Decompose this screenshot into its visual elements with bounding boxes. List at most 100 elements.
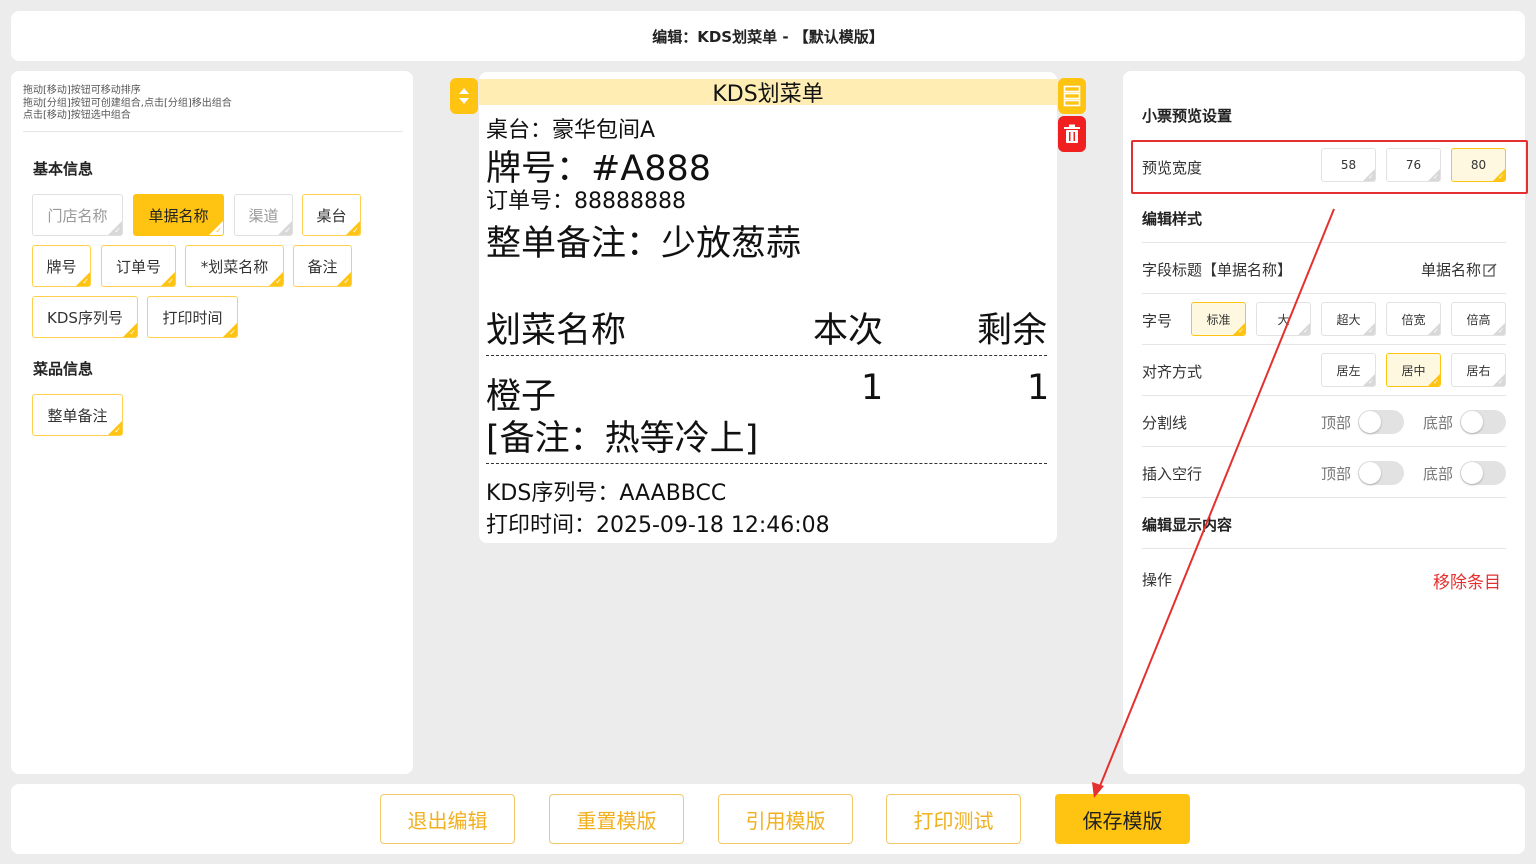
receipt-divider bbox=[486, 463, 1047, 464]
save-template-button[interactable]: 保存模版 bbox=[1055, 794, 1190, 844]
preview-settings-title: 小票预览设置 bbox=[1142, 107, 1233, 125]
chip-note[interactable]: 备注 ✓ bbox=[293, 245, 352, 287]
trash-icon bbox=[1064, 124, 1080, 143]
option-label: 倍高 bbox=[1466, 312, 1491, 327]
check-icon: ✓ bbox=[114, 426, 121, 435]
receipt-col-name: 划菜名称 bbox=[486, 311, 627, 351]
font-size-label: 字号 bbox=[1142, 312, 1173, 330]
usage-hints: 拖动[移动]按钮可移动排序 拖动[分组]按钮可创建组合,点击[分组]移出组合 点… bbox=[23, 85, 403, 132]
check-icon: ✓ bbox=[352, 226, 359, 235]
chip-channel[interactable]: 渠道 ✓ bbox=[234, 194, 293, 236]
field-title-value: 单据名称 bbox=[1420, 261, 1481, 279]
delete-button[interactable] bbox=[1058, 116, 1086, 152]
font-option-double-height[interactable]: 倍高 ✓ bbox=[1451, 302, 1506, 336]
divider bbox=[1142, 446, 1506, 447]
chip-whole-note[interactable]: 整单备注 ✓ bbox=[32, 394, 123, 436]
align-label: 对齐方式 bbox=[1142, 363, 1203, 381]
receipt-print-time[interactable]: 打印时间：2025-09-18 12:46:08 bbox=[486, 507, 830, 539]
reset-template-button[interactable]: 重置模版 bbox=[549, 794, 684, 844]
exit-edit-button[interactable]: 退出编辑 bbox=[380, 794, 515, 844]
move-handle-button[interactable] bbox=[450, 78, 478, 114]
receipt-order-no[interactable]: 订单号：88888888 bbox=[486, 183, 686, 215]
blank-top-label: 顶部 bbox=[1321, 465, 1352, 483]
check-icon: ✓ bbox=[275, 277, 282, 286]
edit-icon bbox=[1483, 263, 1497, 277]
receipt-kds-serial[interactable]: KDS序列号：AAABBCC bbox=[486, 475, 726, 507]
option-label: 居中 bbox=[1401, 363, 1426, 378]
check-icon: ✓ bbox=[229, 328, 236, 337]
chip-table[interactable]: 桌台 ✓ bbox=[302, 194, 361, 236]
font-option-double-width[interactable]: 倍宽 ✓ bbox=[1386, 302, 1441, 336]
page-title: 编辑：KDS划菜单 - 【默认模版】 bbox=[652, 27, 884, 46]
chip-store-name[interactable]: 门店名称 ✓ bbox=[32, 194, 123, 236]
divider bbox=[1142, 497, 1506, 498]
field-palette-panel: 拖动[移动]按钮可移动排序 拖动[分组]按钮可创建组合,点击[分组]移出组合 点… bbox=[11, 71, 413, 774]
print-test-button[interactable]: 打印测试 bbox=[886, 794, 1021, 844]
font-option-xlarge[interactable]: 超大 ✓ bbox=[1321, 302, 1376, 336]
align-option-center[interactable]: 居中 ✓ bbox=[1386, 353, 1441, 387]
chip-doc-name[interactable]: 单据名称 ✓ bbox=[133, 194, 224, 236]
check-icon: ✓ bbox=[1368, 173, 1374, 181]
chip-order-no[interactable]: 订单号 ✓ bbox=[101, 245, 176, 287]
option-label: 居左 bbox=[1336, 363, 1361, 378]
check-icon: ✓ bbox=[1368, 378, 1374, 386]
divider-line-label: 分割线 bbox=[1142, 414, 1188, 432]
remove-item-button[interactable]: 移除条目 bbox=[1433, 568, 1501, 593]
divider bbox=[1142, 293, 1506, 294]
blank-bottom-label: 底部 bbox=[1423, 465, 1454, 483]
receipt-title[interactable]: KDS划菜单 bbox=[479, 79, 1057, 107]
action-label: 操作 bbox=[1142, 571, 1173, 589]
edit-content-title: 编辑显示内容 bbox=[1142, 516, 1233, 534]
option-label: 58 bbox=[1340, 158, 1357, 172]
font-option-standard[interactable]: 标准 ✓ bbox=[1191, 302, 1246, 336]
chip-kds-serial[interactable]: KDS序列号 ✓ bbox=[32, 296, 138, 338]
receipt-item-note[interactable]: [备注：热等冷上] bbox=[486, 410, 758, 461]
preview-width-label: 预览宽度 bbox=[1142, 159, 1203, 177]
font-option-large[interactable]: 大 ✓ bbox=[1256, 302, 1311, 336]
chip-print-time[interactable]: 打印时间 ✓ bbox=[147, 296, 238, 338]
chip-dish-name[interactable]: *划菜名称 ✓ bbox=[185, 245, 284, 287]
toggle-knob bbox=[1359, 411, 1381, 433]
receipt-item-this[interactable]: 1 bbox=[861, 368, 883, 408]
option-label: 超大 bbox=[1336, 312, 1361, 327]
width-option-80[interactable]: 80 ✓ bbox=[1451, 148, 1506, 182]
settings-panel: 小票预览设置 预览宽度 58 ✓ 76 ✓ 80 ✓ 编辑样式 字段标题【单据名称】 … bbox=[1123, 71, 1525, 774]
width-option-58[interactable]: 58 ✓ bbox=[1321, 148, 1376, 182]
receipt-item-remain[interactable]: 1 bbox=[1027, 368, 1049, 408]
group-button[interactable] bbox=[1058, 78, 1086, 114]
chip-plate[interactable]: 牌号 ✓ bbox=[32, 245, 91, 287]
divider-bottom-toggle[interactable] bbox=[1460, 410, 1506, 434]
check-icon: ✓ bbox=[215, 226, 222, 235]
option-label: 标准 bbox=[1206, 312, 1231, 327]
align-option-left[interactable]: 居左 ✓ bbox=[1321, 353, 1376, 387]
check-icon: ✓ bbox=[1433, 173, 1439, 181]
action-bar: 退出编辑 重置模版 引用模版 打印测试 保存模版 bbox=[11, 784, 1525, 854]
option-label: 倍宽 bbox=[1401, 312, 1426, 327]
align-option-right[interactable]: 居右 ✓ bbox=[1451, 353, 1506, 387]
blank-bottom-toggle[interactable] bbox=[1460, 461, 1506, 485]
blank-top-toggle[interactable] bbox=[1358, 461, 1404, 485]
page-header: 编辑：KDS划菜单 - 【默认模版】 bbox=[11, 11, 1525, 61]
receipt-whole-note[interactable]: 整单备注：少放葱蒜 bbox=[486, 215, 801, 266]
divider-top-label: 顶部 bbox=[1321, 414, 1352, 432]
chip-label: 备注 bbox=[307, 257, 338, 276]
check-icon: ✓ bbox=[114, 226, 121, 235]
check-icon: ✓ bbox=[129, 328, 136, 337]
option-label: 76 bbox=[1405, 158, 1422, 172]
edit-style-title: 编辑样式 bbox=[1142, 210, 1203, 228]
divider-bottom-label: 底部 bbox=[1423, 414, 1454, 432]
use-template-button[interactable]: 引用模版 bbox=[718, 794, 853, 844]
hint-line: 拖动[分组]按钮可创建组合,点击[分组]移出组合 bbox=[23, 97, 232, 109]
divider bbox=[1142, 548, 1506, 549]
chip-label: *划菜名称 bbox=[200, 257, 269, 276]
toggle-knob bbox=[1359, 462, 1381, 484]
field-title-edit[interactable]: 单据名称 bbox=[1421, 259, 1497, 280]
divider bbox=[1142, 344, 1506, 345]
divider-top-toggle[interactable] bbox=[1358, 410, 1404, 434]
toggle-knob bbox=[1461, 462, 1483, 484]
receipt-col-remain: 剩余 bbox=[977, 311, 1048, 351]
width-option-76[interactable]: 76 ✓ bbox=[1386, 148, 1441, 182]
option-label: 大 bbox=[1277, 312, 1290, 327]
check-icon: ✓ bbox=[343, 277, 350, 286]
receipt-preview: KDS划菜单 桌台：豪华包间A 牌号：#A888 订单号：88888888 整单… bbox=[479, 72, 1057, 543]
